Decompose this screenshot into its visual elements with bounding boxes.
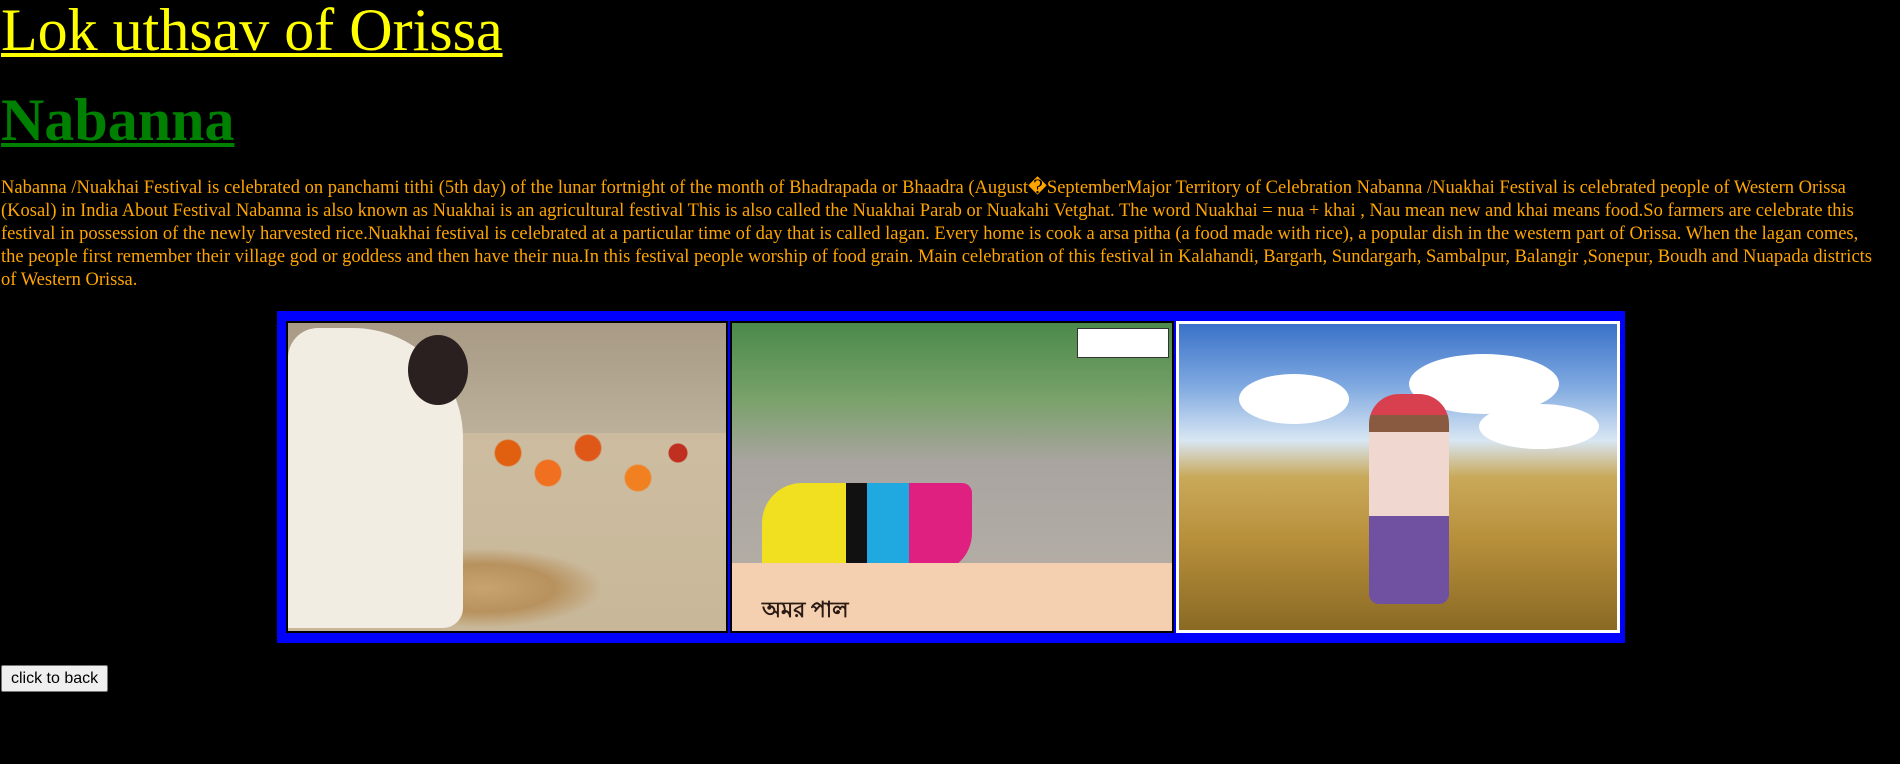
back-button[interactable]: click to back (1, 665, 109, 692)
cloud (1479, 404, 1599, 449)
woman-head (408, 335, 468, 405)
gallery-image-harvest (1176, 321, 1620, 633)
site-title[interactable]: Lok uthsav of Orissa (1, 0, 503, 65)
gallery-image-album-cover: অমর পাল (730, 321, 1174, 633)
article-body: Nabanna /Nuakhai Festival is celebrated … (1, 178, 1872, 290)
farmer-figure (1369, 394, 1449, 604)
page-heading[interactable]: Nabanna (1, 85, 234, 155)
cloud (1239, 374, 1349, 424)
label-badge (1077, 328, 1169, 358)
flower-offerings (468, 423, 718, 503)
gallery-image-rice-offering (286, 321, 728, 633)
album-title-art (762, 483, 972, 573)
album-artist-name: অমর পাল (762, 597, 849, 622)
image-gallery: অমর পাল (277, 311, 1625, 643)
